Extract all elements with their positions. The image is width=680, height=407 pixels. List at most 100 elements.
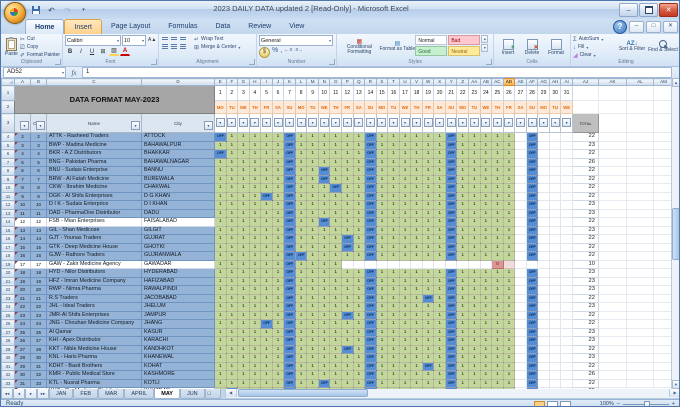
day-cell[interactable]: 1 xyxy=(422,302,435,312)
day-cell[interactable]: OFF xyxy=(526,149,539,159)
row-header-1[interactable]: 1 xyxy=(1,85,15,101)
row-header-33[interactable]: 33 xyxy=(1,378,15,388)
sr-cell[interactable]: 5 xyxy=(14,158,31,167)
day-cell[interactable]: 1 xyxy=(237,158,250,167)
day-cell[interactable]: 1 xyxy=(387,192,400,201)
row-header-27[interactable]: 27 xyxy=(1,327,15,337)
day-cell[interactable] xyxy=(560,285,573,295)
filter-dropdown-icon[interactable]: ▾ xyxy=(342,118,352,128)
day-cell[interactable]: 1 xyxy=(306,345,319,354)
day-name-cell[interactable]: WE xyxy=(479,100,493,114)
day-cell[interactable]: 1 xyxy=(387,200,400,210)
day-cell[interactable]: 1 xyxy=(422,285,435,295)
day-cell[interactable]: 1 xyxy=(260,362,273,371)
empty-cell[interactable] xyxy=(626,277,654,286)
day-cell[interactable]: 1 xyxy=(387,277,400,286)
day-cell[interactable]: OFF xyxy=(318,379,331,388)
day-cell[interactable]: 1 xyxy=(503,328,516,337)
day-filter-cell[interactable]: ▾ xyxy=(560,113,573,133)
empty-cell[interactable] xyxy=(626,132,654,142)
day-cell[interactable]: 1 xyxy=(214,260,227,269)
filter-dropdown-icon[interactable]: ▾ xyxy=(481,118,491,128)
column-header-AK[interactable]: AK xyxy=(597,78,627,86)
day-cell[interactable]: 1 xyxy=(272,268,285,278)
day-cell[interactable]: 1 xyxy=(456,149,470,159)
day-cell[interactable] xyxy=(549,217,562,227)
day-cell[interactable] xyxy=(537,243,550,252)
grow-font-button[interactable]: A▲ xyxy=(147,35,157,45)
day-cell[interactable]: 1 xyxy=(433,132,446,142)
city-cell[interactable]: GILGIT xyxy=(141,226,215,235)
name-cell[interactable]: GIL - Shan Medicose xyxy=(46,226,142,235)
row-header-20[interactable]: 20 xyxy=(1,268,15,278)
day-cell[interactable]: 1 xyxy=(249,166,262,176)
styles-dialog-launcher[interactable] xyxy=(486,59,493,65)
day-cell[interactable] xyxy=(549,251,562,261)
filter-dropdown-icon[interactable]: ▾ xyxy=(365,118,375,128)
day-cell[interactable]: 1 xyxy=(341,192,354,201)
copy-button[interactable]: ⎚ Copy xyxy=(20,44,60,51)
day-cell[interactable] xyxy=(549,328,562,337)
day-cell[interactable]: 1 xyxy=(272,319,285,329)
day-cell[interactable] xyxy=(514,192,527,201)
day-number-cell[interactable]: 6 xyxy=(271,85,285,101)
name-cell[interactable]: GTK - Deep Medicine House xyxy=(46,243,142,252)
name-cell[interactable]: Al Qamar xyxy=(46,328,142,337)
day-cell[interactable]: 1 xyxy=(249,277,262,286)
day-cell[interactable]: 1 xyxy=(237,379,250,388)
day-cell[interactable]: 1 xyxy=(353,141,366,150)
code-cell[interactable]: 23 xyxy=(30,311,47,320)
zoom-in-button[interactable]: + xyxy=(672,401,675,406)
day-cell[interactable]: 1 xyxy=(353,158,366,167)
day-cell[interactable] xyxy=(456,260,470,269)
empty-cell[interactable] xyxy=(598,226,627,235)
day-cell[interactable]: 1 xyxy=(249,294,262,303)
day-cell[interactable]: 1 xyxy=(433,226,446,235)
day-cell[interactable]: 1 xyxy=(399,370,412,380)
day-cell[interactable]: 1 xyxy=(480,234,493,244)
day-cell[interactable]: 1 xyxy=(387,319,400,329)
day-cell[interactable] xyxy=(537,234,550,244)
sr-cell[interactable]: 28 xyxy=(14,353,31,363)
day-cell[interactable] xyxy=(399,260,412,269)
day-cell[interactable]: 1 xyxy=(399,345,412,354)
day-cell[interactable]: 1 xyxy=(214,302,227,312)
empty-cell[interactable] xyxy=(626,302,654,312)
day-name-cell[interactable]: TH xyxy=(410,100,423,114)
day-cell[interactable]: 1 xyxy=(387,141,400,150)
filter-dropdown-icon[interactable]: ▾ xyxy=(435,118,445,128)
day-number-cell[interactable]: 24 xyxy=(479,85,493,101)
day-cell[interactable]: 1 xyxy=(341,285,354,295)
day-cell[interactable] xyxy=(514,217,527,227)
day-cell[interactable]: 1 xyxy=(226,192,239,201)
day-cell[interactable]: 1 xyxy=(318,132,331,142)
day-cell[interactable]: 1 xyxy=(468,226,481,235)
day-cell[interactable]: 1 xyxy=(272,353,285,363)
day-cell[interactable]: 1 xyxy=(480,345,493,354)
ribbon-tab-data[interactable]: Data xyxy=(206,19,239,34)
day-cell[interactable] xyxy=(514,234,527,244)
day-cell[interactable]: 1 xyxy=(226,319,239,329)
day-cell[interactable]: 1 xyxy=(341,268,354,278)
day-cell[interactable] xyxy=(537,183,550,193)
day-cell[interactable]: 1 xyxy=(272,285,285,295)
day-cell[interactable]: 1 xyxy=(226,166,239,176)
day-cell[interactable]: OFF xyxy=(526,158,539,167)
day-cell[interactable] xyxy=(549,353,562,363)
day-name-cell[interactable]: WE xyxy=(317,100,331,114)
day-cell[interactable] xyxy=(537,175,550,184)
day-cell[interactable]: OFF xyxy=(364,243,377,252)
day-cell[interactable]: 1 xyxy=(295,294,308,303)
day-cell[interactable] xyxy=(560,268,573,278)
day-name-cell[interactable]: SU xyxy=(444,100,458,114)
day-cell[interactable]: 1 xyxy=(260,302,273,312)
day-cell[interactable]: 1 xyxy=(272,132,285,142)
day-cell[interactable]: 1 xyxy=(468,294,481,303)
sr-cell[interactable]: 17 xyxy=(14,260,31,269)
day-cell[interactable]: 1 xyxy=(410,294,423,303)
day-cell[interactable] xyxy=(514,243,527,252)
day-cell[interactable]: 1 xyxy=(376,285,389,295)
day-cell[interactable]: 1 xyxy=(295,217,308,227)
total-cell[interactable]: 23 xyxy=(572,353,599,363)
day-cell[interactable]: 1 xyxy=(480,217,493,227)
